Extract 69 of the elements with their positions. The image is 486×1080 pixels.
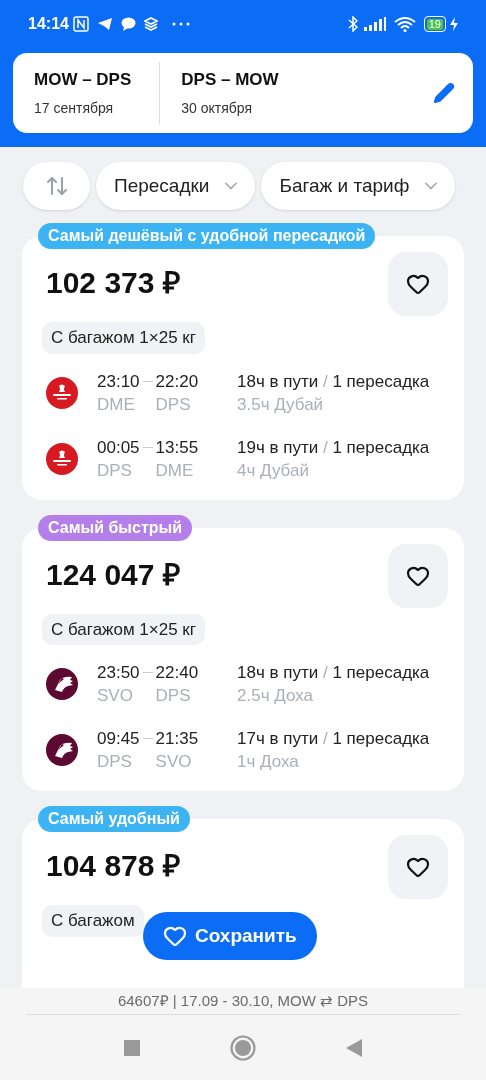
date: 30 октября bbox=[181, 99, 254, 119]
nfc-icon bbox=[72, 16, 89, 32]
airline-logo bbox=[46, 442, 78, 475]
departure-time: 00:05 bbox=[97, 436, 140, 459]
departure-airport: DME bbox=[97, 393, 136, 416]
layover: 2.5ч Доха bbox=[237, 685, 314, 707]
layover: 1ч Доха bbox=[237, 751, 300, 773]
departure-time: 23:50 bbox=[97, 662, 140, 684]
signal-icon bbox=[363, 17, 386, 31]
departure-airport: SVO bbox=[97, 685, 134, 707]
back-button[interactable] bbox=[346, 1038, 362, 1057]
heart-icon bbox=[406, 855, 430, 879]
price-summary: 64607₽ | 17.09 - 30.10, MOW ⇄ DPS bbox=[26, 988, 460, 1015]
trip-summary: 18ч в пути / 1 пересадка bbox=[237, 662, 430, 684]
sort-icon bbox=[44, 174, 69, 198]
layers-icon bbox=[143, 17, 158, 31]
arrival-time: 22:20 bbox=[155, 370, 200, 393]
save-button[interactable]: Сохранить bbox=[143, 912, 317, 960]
price: 124 047 ₽ bbox=[46, 559, 180, 590]
sort-button[interactable] bbox=[23, 162, 90, 210]
search-summary[interactable]: MOW – DPS 17 сентября DPS – MOW 30 октября bbox=[13, 53, 473, 133]
baggage-tag: С багажом 1×25 кг bbox=[42, 613, 205, 645]
trip-summary: 18ч в пути / 1 пересадка bbox=[237, 370, 430, 393]
favorite-button[interactable] bbox=[388, 835, 448, 899]
baggage-tag: С багажом bbox=[42, 905, 144, 937]
battery-level: 19 bbox=[426, 18, 443, 30]
clock: 14:14 bbox=[28, 14, 69, 34]
wifi-icon bbox=[393, 16, 416, 32]
recents-button[interactable] bbox=[124, 1039, 140, 1056]
offer-badge: Самый дешёвый с удобной пересадкой bbox=[38, 223, 376, 249]
edit-button[interactable] bbox=[431, 80, 457, 106]
filter-dropdown[interactable]: Багаж и тариф bbox=[261, 162, 456, 210]
arrival-airport: SVO bbox=[155, 751, 193, 773]
offer-badge: Самый быстрый bbox=[38, 514, 192, 541]
departure-airport: DPS bbox=[97, 751, 133, 773]
route: DPS – MOW bbox=[181, 68, 279, 91]
layover: 3.5ч Дубай bbox=[237, 393, 325, 416]
more-icon bbox=[171, 22, 190, 26]
departure-time: 23:10 bbox=[97, 370, 140, 393]
arrival-airport: DPS bbox=[155, 685, 192, 707]
favorite-button[interactable] bbox=[388, 543, 448, 608]
trip-summary: 19ч в пути / 1 пересадка bbox=[237, 436, 430, 459]
airline-logo bbox=[46, 734, 78, 766]
arrival-airport: DPS bbox=[155, 393, 192, 416]
arrival-time: 22:40 bbox=[155, 662, 200, 684]
arrival-airport: DME bbox=[155, 459, 195, 482]
price: 102 373 ₽ bbox=[46, 268, 180, 298]
favorite-button[interactable] bbox=[388, 252, 448, 316]
date: 17 сентября bbox=[34, 99, 115, 119]
departure-airport: DPS bbox=[97, 459, 133, 482]
trip-summary: 17ч в пути / 1 пересадка bbox=[237, 728, 430, 750]
airline-logo bbox=[46, 668, 78, 700]
arrival-time: 13:55 bbox=[155, 436, 200, 459]
departure-time: 09:45 bbox=[97, 728, 140, 750]
baggage-tag: С багажом 1×25 кг bbox=[42, 322, 205, 354]
arrival-time: 21:35 bbox=[155, 728, 200, 750]
filter-dropdown[interactable]: Пересадки bbox=[96, 162, 256, 210]
bluetooth-icon bbox=[347, 16, 358, 32]
offer-badge: Самый удобный bbox=[38, 806, 190, 832]
edit-icon bbox=[433, 82, 455, 104]
chat-bubble-icon bbox=[120, 17, 136, 31]
layover: 4ч Дубай bbox=[237, 459, 310, 482]
home-button[interactable] bbox=[230, 1034, 256, 1061]
heart-icon bbox=[406, 272, 430, 296]
heart-icon bbox=[163, 924, 187, 948]
price: 104 878 ₽ bbox=[46, 851, 180, 881]
airline-logo bbox=[46, 376, 78, 409]
charging-icon bbox=[450, 17, 458, 31]
route: MOW – DPS bbox=[34, 68, 132, 91]
